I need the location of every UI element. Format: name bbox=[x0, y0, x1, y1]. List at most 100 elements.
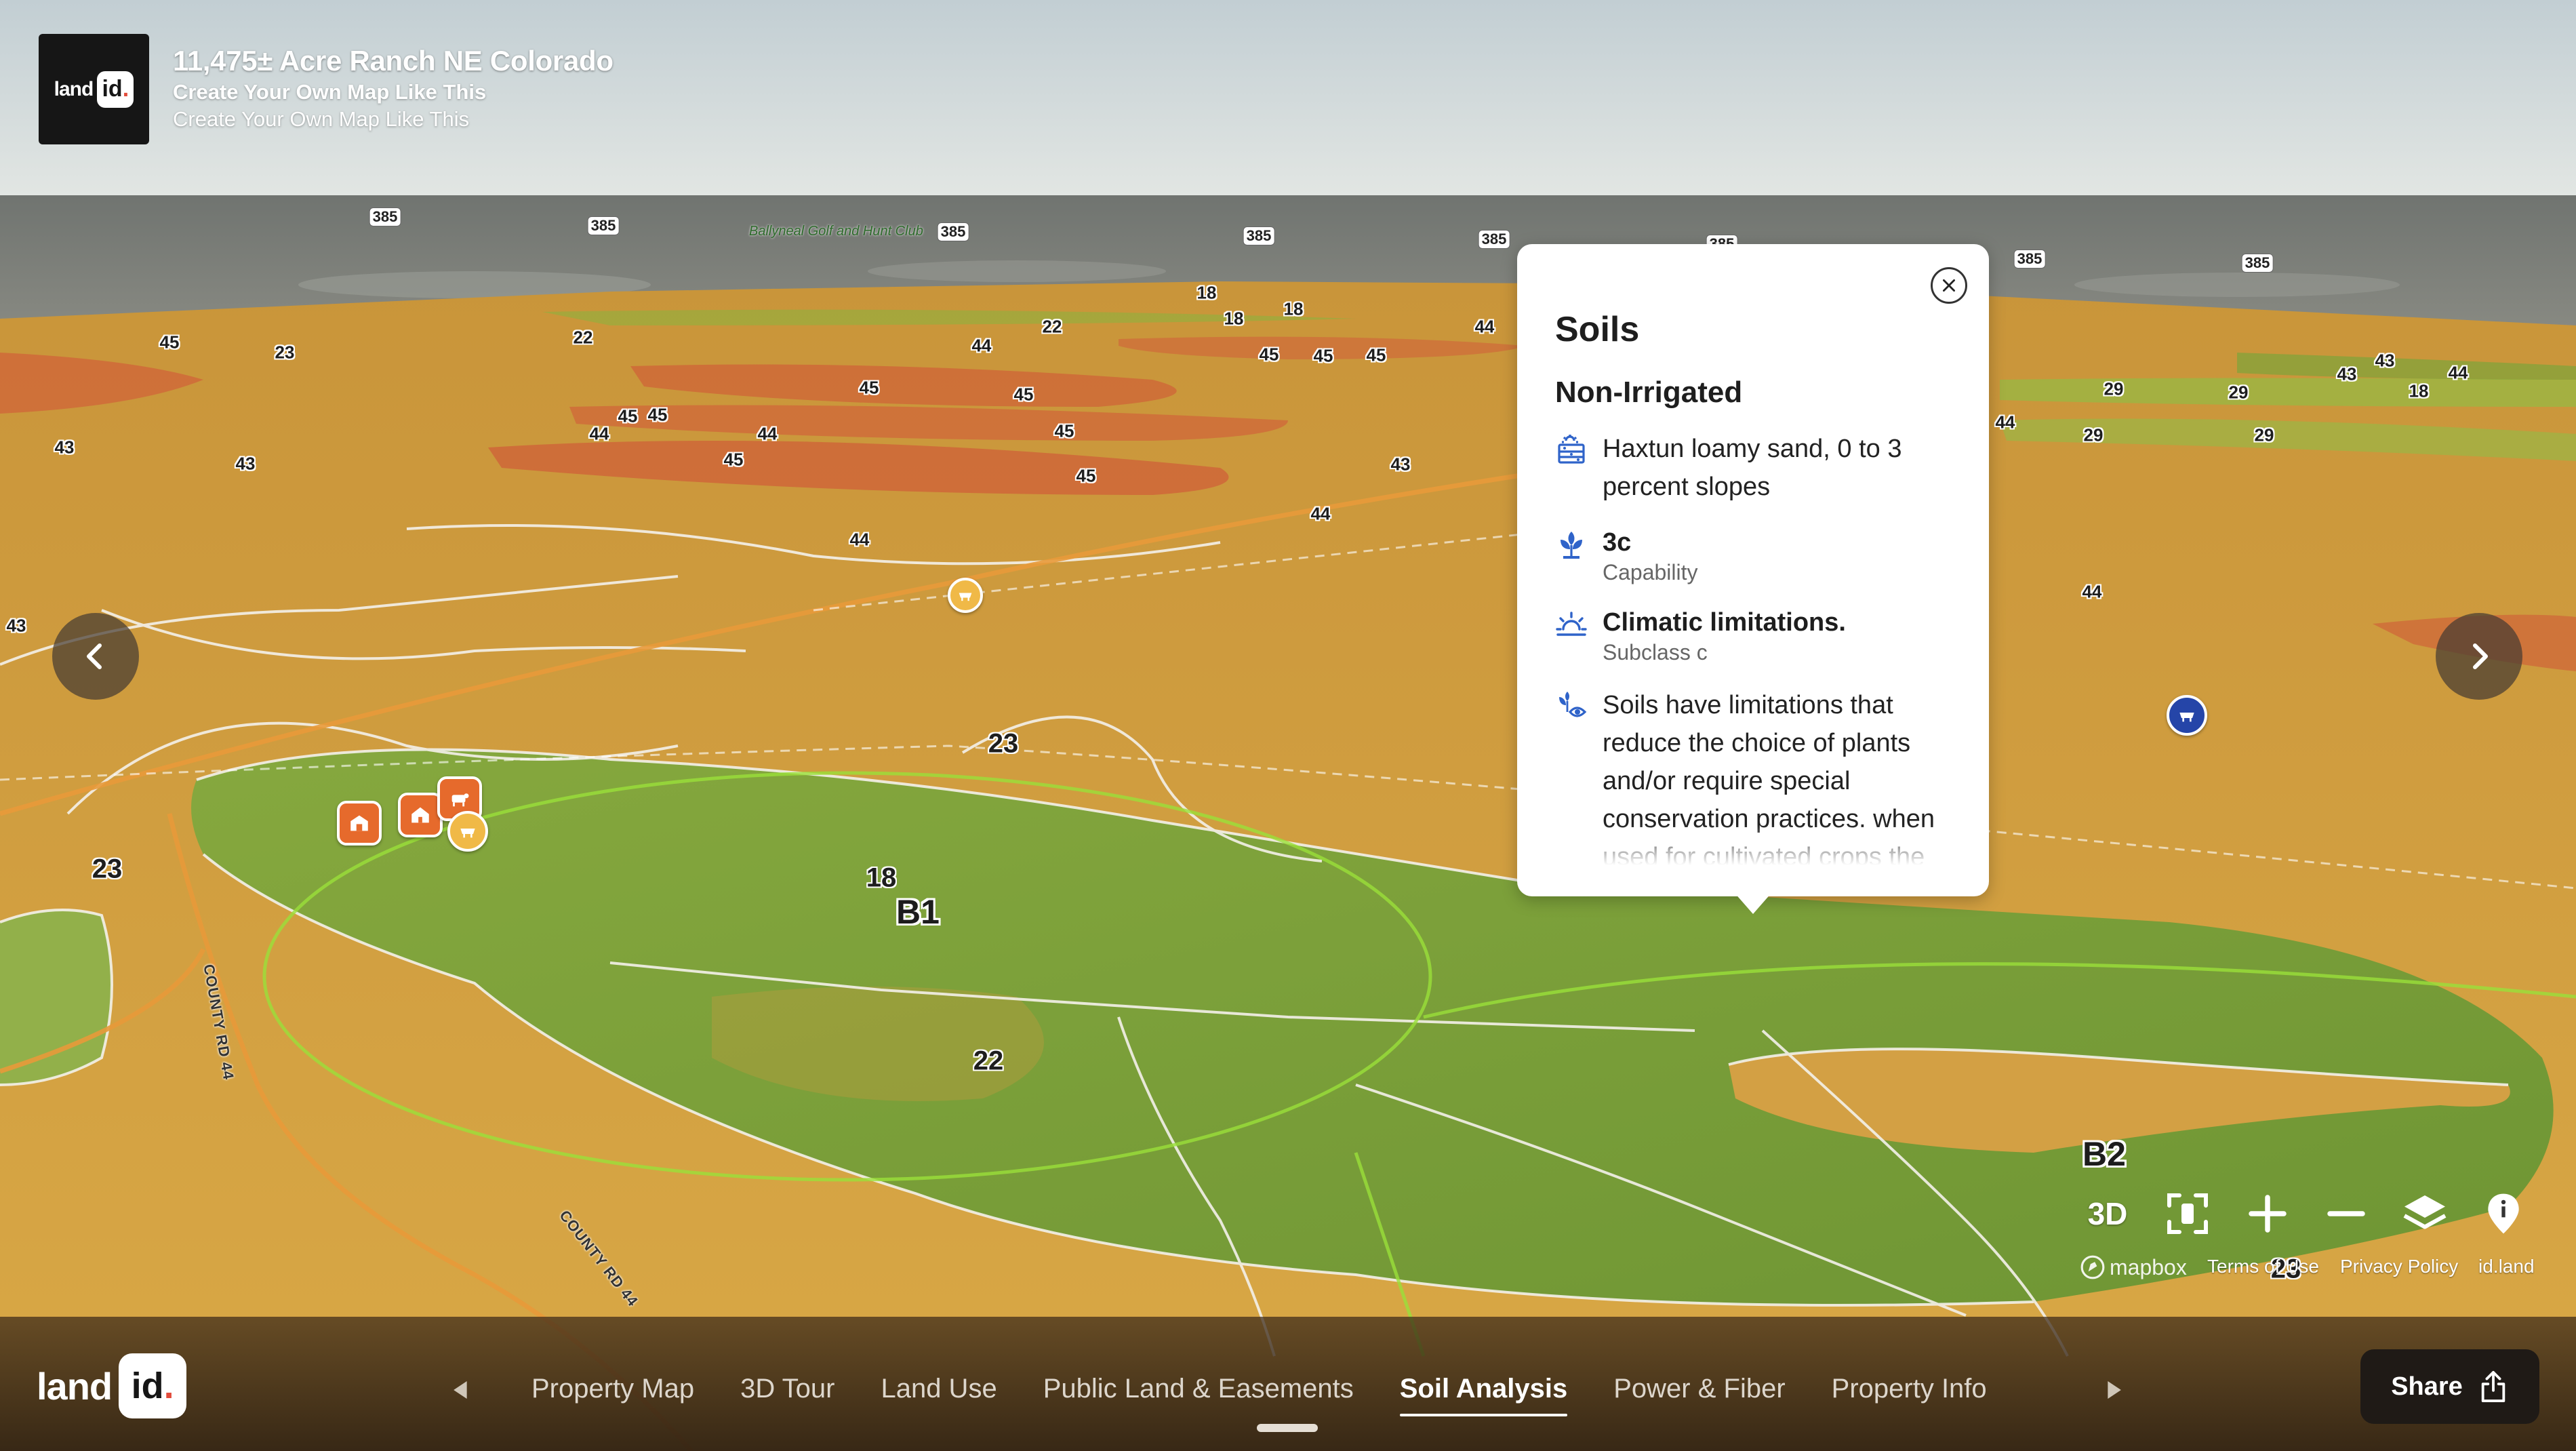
mapbox-icon bbox=[2080, 1255, 2105, 1279]
capability-label: Capability bbox=[1603, 560, 1698, 584]
soil-map-unit-number: 22 bbox=[973, 1046, 1004, 1076]
barn-icon[interactable] bbox=[337, 801, 382, 846]
subclass-value: Climatic limitations. bbox=[1603, 608, 1846, 637]
tab-property-info[interactable]: Property Info bbox=[1832, 1374, 1987, 1404]
previous-view-button[interactable] bbox=[52, 613, 139, 700]
popup-category: Non-Irrigated bbox=[1555, 376, 1743, 409]
soil-map-unit-number: 45 bbox=[1259, 344, 1279, 365]
land-id-logo: land id. bbox=[37, 1353, 187, 1418]
soil-map-unit-number: 44 bbox=[757, 423, 778, 444]
highway-shield: 385 bbox=[937, 222, 969, 241]
subclass-label: Subclass c bbox=[1603, 640, 1708, 664]
soil-map-unit-number: 23 bbox=[988, 728, 1019, 759]
logo-word: land bbox=[54, 77, 94, 100]
brand-logo[interactable]: land id. bbox=[39, 34, 149, 144]
soil-map-unit-number: 22 bbox=[1042, 316, 1062, 337]
popup-content[interactable]: Soils Non-Irrigated Haxtun loamy sand, 0… bbox=[1555, 309, 1962, 865]
soil-map-unit-number: 44 bbox=[1310, 503, 1331, 524]
soil-map-unit-number: 44 bbox=[849, 529, 870, 550]
soil-name: Haxtun loamy sand, 0 to 3 percent slopes bbox=[1603, 435, 1902, 501]
fit-bounds-icon bbox=[2167, 1193, 2208, 1234]
layers-button[interactable] bbox=[2394, 1183, 2455, 1244]
create-map-link[interactable]: Create Your Own Map Like This bbox=[173, 80, 613, 104]
share-button[interactable]: Share bbox=[2360, 1349, 2539, 1424]
tabs-scroll-indicator[interactable] bbox=[1257, 1424, 1318, 1432]
soil-map-unit-number: 43 bbox=[235, 453, 256, 474]
golf-course-label: Ballyneal Golf and Hunt Club bbox=[749, 224, 923, 239]
soil-map-unit-number: 43 bbox=[2375, 350, 2395, 371]
soil-map-unit-number: 18 bbox=[1196, 282, 1217, 303]
mapbox-logo[interactable]: mapbox bbox=[2080, 1254, 2187, 1280]
soil-map-unit-number: 44 bbox=[589, 423, 609, 444]
soil-unit-label: B1 bbox=[896, 893, 940, 931]
highway-shield: 385 bbox=[2013, 250, 2046, 269]
zoom-out-button[interactable] bbox=[2316, 1183, 2377, 1244]
soil-name-row: Haxtun loamy sand, 0 to 3 percent slopes bbox=[1555, 430, 1962, 506]
tab-3d-tour[interactable]: 3D Tour bbox=[740, 1374, 834, 1404]
toggle-3d-button[interactable]: 3D bbox=[2077, 1183, 2138, 1244]
highway-shield: 385 bbox=[2241, 254, 2274, 273]
soil-map-unit-number: 44 bbox=[1995, 412, 2015, 433]
tabs-scroll-left-button[interactable] bbox=[447, 1376, 475, 1404]
soil-unit-label: B2 bbox=[2082, 1135, 2126, 1173]
highway-shield: 385 bbox=[369, 207, 401, 226]
layers-icon bbox=[2403, 1195, 2447, 1229]
home-icon[interactable] bbox=[398, 793, 443, 837]
popup-pointer bbox=[1734, 892, 1772, 914]
capability-row: 3c Capability bbox=[1555, 526, 1962, 586]
soil-texture-icon bbox=[1555, 430, 1588, 506]
create-map-subtext: Create Your Own Map Like This bbox=[173, 107, 470, 131]
soil-map-unit-number: 18 bbox=[1224, 308, 1244, 329]
soil-map-unit-number: 18 bbox=[866, 862, 897, 893]
bottom-navigation-bar: land id. Property Map 3D Tour Land Use P… bbox=[0, 1317, 2576, 1451]
minus-icon bbox=[2327, 1211, 2365, 1216]
section-tabs: Property Map 3D Tour Land Use Public Lan… bbox=[531, 1370, 2033, 1416]
soil-map-unit-number: 45 bbox=[159, 332, 180, 353]
soil-map-unit-number: 43 bbox=[54, 437, 75, 458]
tab-public-land-easements[interactable]: Public Land & Easements bbox=[1043, 1374, 1354, 1404]
soil-map-unit-number: 29 bbox=[2228, 382, 2249, 403]
tractor-icon[interactable] bbox=[2167, 695, 2207, 736]
bottom-brand-logo[interactable]: land id. bbox=[37, 1353, 187, 1418]
tab-property-map[interactable]: Property Map bbox=[531, 1374, 694, 1404]
toggle-3d-label: 3D bbox=[2087, 1196, 2128, 1231]
soil-map-unit-number: 23 bbox=[92, 854, 123, 884]
tab-land-use[interactable]: Land Use bbox=[881, 1374, 997, 1404]
fit-bounds-button[interactable] bbox=[2157, 1183, 2218, 1244]
soil-map-unit-number: 29 bbox=[2104, 378, 2124, 399]
pig-icon[interactable] bbox=[948, 578, 983, 613]
soil-map-unit-number: 43 bbox=[2337, 363, 2357, 384]
plus-icon bbox=[2249, 1195, 2287, 1233]
soil-map-unit-number: 29 bbox=[2254, 424, 2274, 445]
popup-title: Soils bbox=[1555, 310, 1640, 349]
property-title: 11,475± Acre Ranch NE Colorado bbox=[173, 45, 613, 77]
privacy-link[interactable]: Privacy Policy bbox=[2340, 1256, 2458, 1277]
caret-left-icon bbox=[454, 1381, 467, 1399]
tab-power-fiber[interactable]: Power & Fiber bbox=[1613, 1374, 1785, 1404]
next-view-button[interactable] bbox=[2436, 613, 2522, 700]
tabs-scroll-right-button[interactable] bbox=[2100, 1376, 2127, 1404]
property-title-block: 11,475± Acre Ranch NE Colorado Create Yo… bbox=[173, 45, 613, 132]
soil-map-unit-number: 29 bbox=[2083, 424, 2104, 445]
soil-map-unit-number: 44 bbox=[1474, 316, 1495, 337]
chevron-left-icon bbox=[87, 643, 102, 669]
soil-map-unit-number: 22 bbox=[573, 327, 593, 348]
scroll-fade bbox=[1555, 824, 1962, 865]
tab-soil-analysis[interactable]: Soil Analysis bbox=[1399, 1374, 1567, 1416]
soil-map-unit-number: 43 bbox=[6, 615, 26, 636]
chevron-right-icon bbox=[2473, 643, 2488, 669]
share-label: Share bbox=[2391, 1372, 2463, 1401]
terms-link[interactable]: Terms of Use bbox=[2207, 1256, 2319, 1277]
mapbox-label: mapbox bbox=[2110, 1254, 2187, 1279]
popup-close-button[interactable] bbox=[1931, 267, 1967, 304]
soil-map-unit-number: 23 bbox=[275, 342, 295, 363]
highway-shield: 385 bbox=[1478, 230, 1510, 249]
pig-icon[interactable] bbox=[447, 811, 488, 852]
logo-word: land bbox=[37, 1364, 113, 1408]
logo-id-box: id. bbox=[97, 71, 134, 108]
idland-link[interactable]: id.land bbox=[2478, 1256, 2535, 1277]
info-button[interactable] bbox=[2473, 1183, 2534, 1244]
zoom-in-button[interactable] bbox=[2237, 1183, 2298, 1244]
soil-map-unit-number: 45 bbox=[618, 405, 638, 426]
capability-value: 3c bbox=[1603, 528, 1632, 557]
